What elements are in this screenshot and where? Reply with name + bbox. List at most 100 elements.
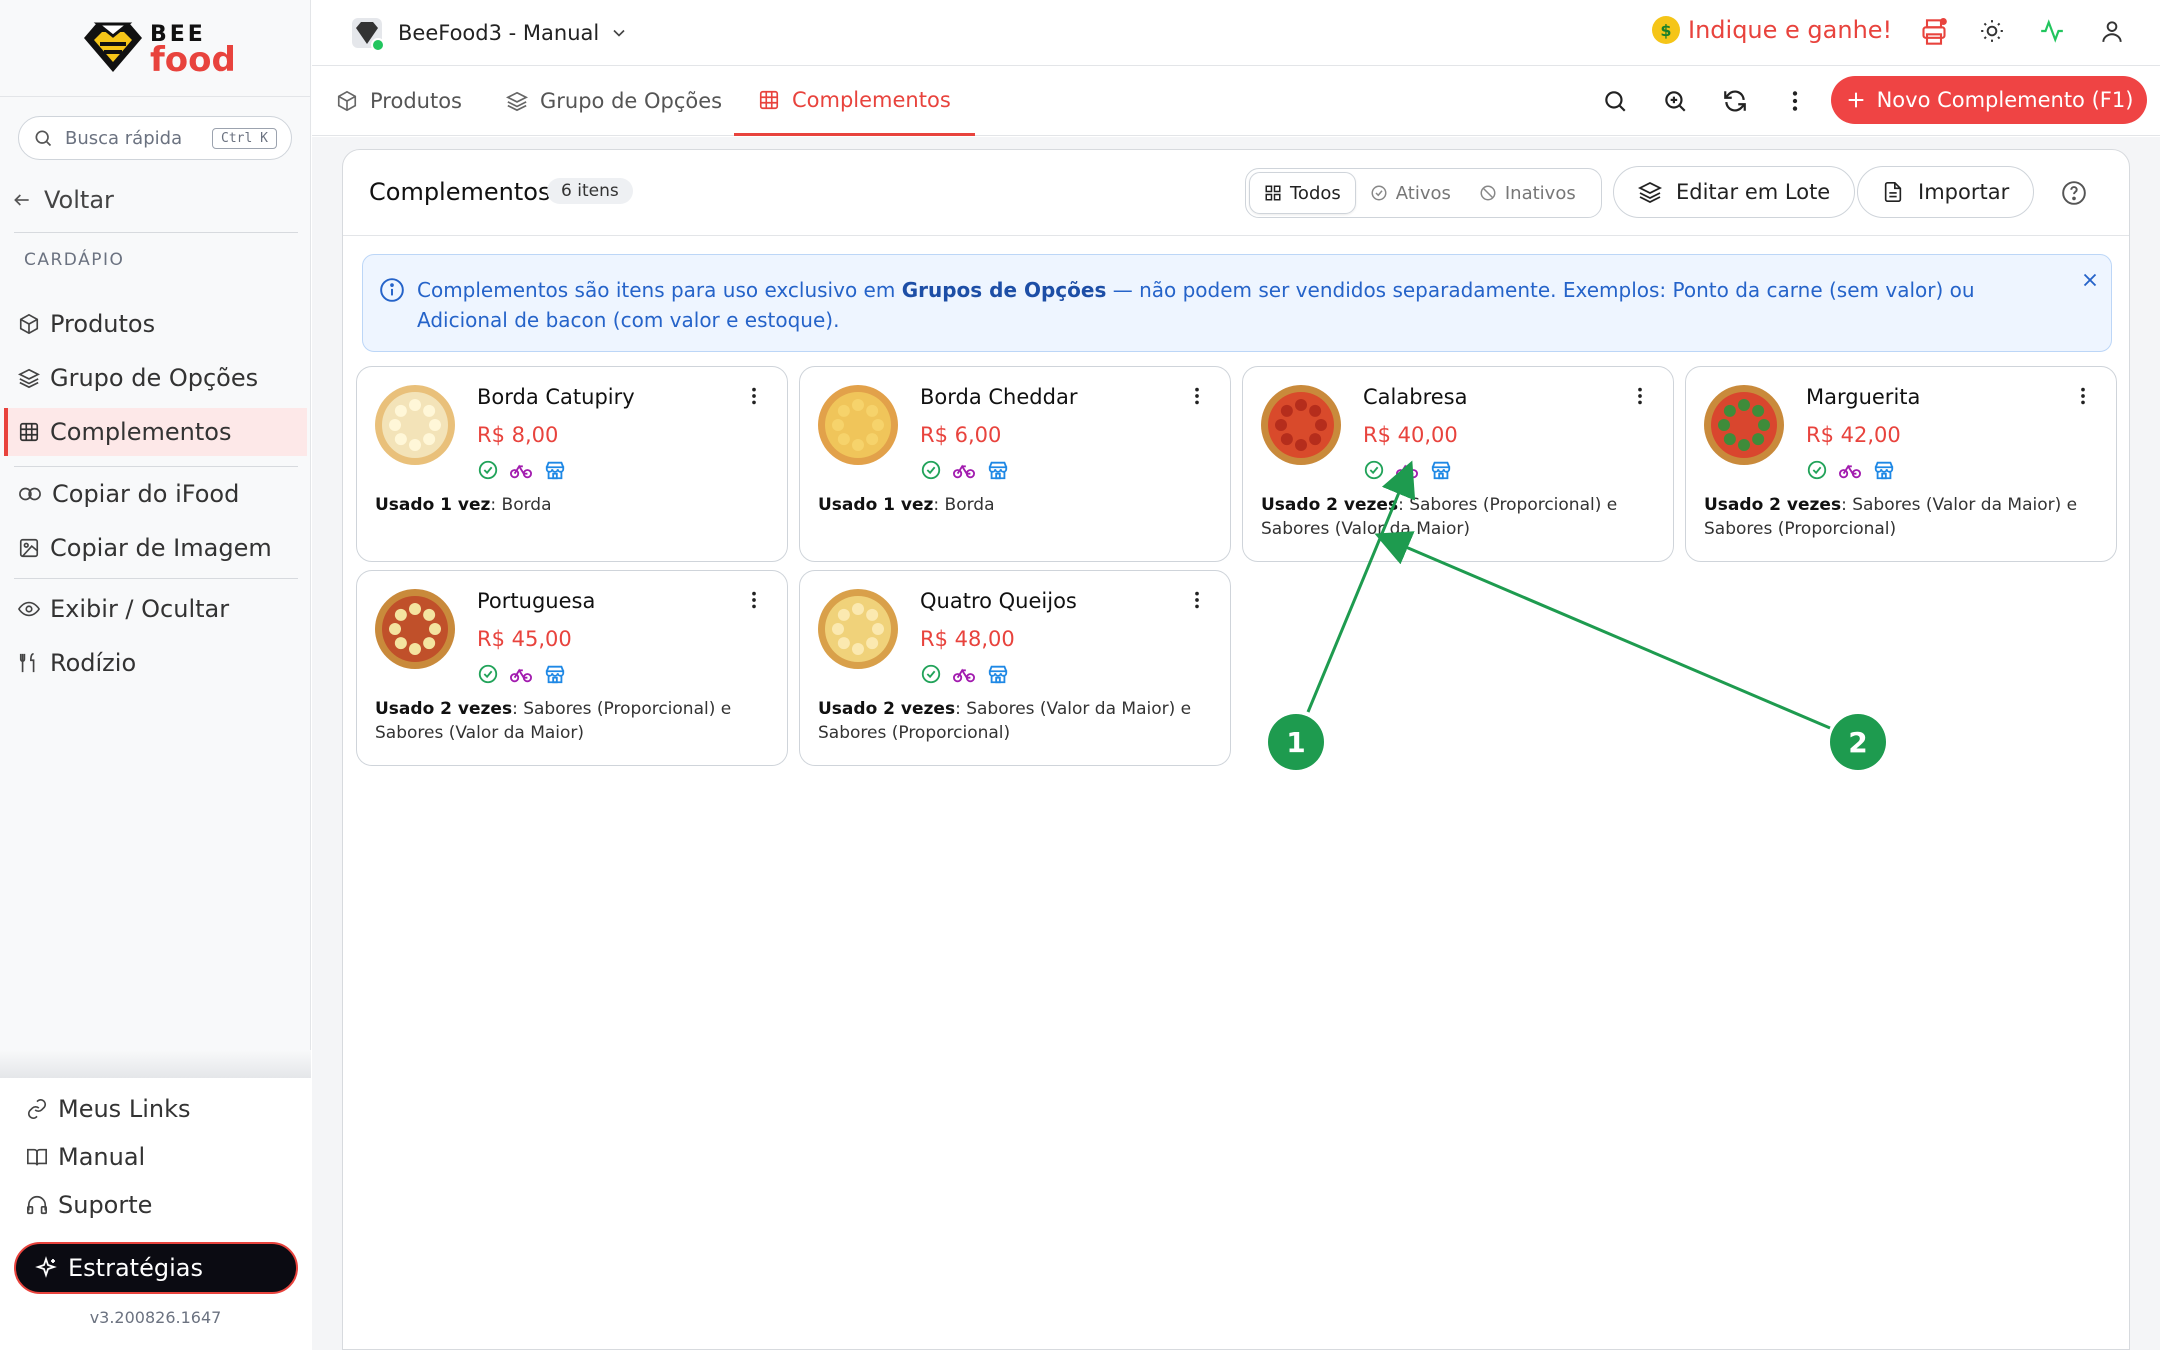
complement-image	[1261, 385, 1341, 465]
sidebar-item-label: Complementos	[50, 418, 232, 446]
sidebar-item-label: Suporte	[58, 1191, 153, 1219]
delivery-bike-icon	[509, 668, 532, 683]
sidebar-item-meus-links[interactable]: Meus Links	[12, 1085, 315, 1133]
more-vertical-icon[interactable]	[1782, 88, 1808, 114]
complement-price: R$ 40,00	[1363, 423, 1458, 447]
sidebar-item-manual[interactable]: Manual	[12, 1133, 315, 1181]
more-vertical-icon[interactable]	[1629, 385, 1651, 407]
import-button[interactable]: Importar	[1857, 166, 2035, 218]
delivery-bike-icon	[953, 668, 976, 683]
chevron-down-icon	[613, 29, 625, 37]
box-icon	[19, 313, 39, 335]
status-filter: Todos Ativos Inativos	[1245, 168, 1602, 218]
help-icon[interactable]	[2061, 180, 2087, 206]
complement-card[interactable]: Portuguesa R$ 45,00 Usado 2 vezes: Sabor…	[356, 570, 788, 766]
complement-card[interactable]: Marguerita R$ 42,00 Usado 2 vezes: Sabor…	[1685, 366, 2117, 562]
sidebar-item-label: Exibir / Ocultar	[50, 595, 230, 623]
sidebar-item-label: Produtos	[50, 310, 156, 338]
copy-ifood-icon	[19, 487, 41, 501]
sidebar-item-rodizio[interactable]: Rodízio	[4, 639, 307, 687]
count-badge: 6 itens	[547, 178, 633, 204]
availability-icons	[477, 663, 567, 685]
tab-complementos[interactable]: Complementos	[734, 66, 975, 136]
store-avatar-icon	[352, 18, 385, 52]
fork-knife-icon	[19, 653, 35, 673]
quick-search-input[interactable]: Busca rápida Ctrl K	[18, 116, 292, 160]
more-vertical-icon[interactable]	[743, 589, 765, 611]
divider	[14, 232, 298, 233]
usage-count: Usado 1 vez	[375, 495, 491, 515]
strategies-button[interactable]: Estratégias	[14, 1242, 298, 1294]
sidebar-item-complementos[interactable]: Complementos	[4, 408, 307, 456]
delivery-bike-icon	[509, 464, 532, 479]
more-vertical-icon[interactable]	[2072, 385, 2094, 407]
usage-count: Usado 2 vezes	[375, 699, 513, 719]
complement-image	[1704, 385, 1784, 465]
filter-label: Todos	[1290, 182, 1341, 204]
complement-card[interactable]: Borda Cheddar R$ 6,00 Usado 1 vez: Borda	[799, 366, 1231, 562]
complement-name: Portuguesa	[477, 589, 596, 613]
availability-icons	[920, 459, 1010, 481]
bulk-edit-button[interactable]: Editar em Lote	[1613, 166, 1856, 218]
store-icon	[545, 461, 565, 480]
complement-card[interactable]: Quatro Queijos R$ 48,00 Usado 2 vezes: S…	[799, 570, 1231, 766]
printer-icon[interactable]	[1920, 18, 1948, 46]
complement-price: R$ 8,00	[477, 423, 559, 447]
close-icon[interactable]	[2079, 269, 2101, 291]
active-check-icon	[921, 460, 941, 480]
more-vertical-icon[interactable]	[1186, 385, 1208, 407]
search-icon	[35, 130, 52, 147]
sidebar: BEE food Busca rápida Ctrl K Voltar CARD…	[0, 0, 311, 1350]
referral-link[interactable]: $ Indique e ganhe!	[1652, 16, 1892, 44]
sidebar-item-copiar-imagem[interactable]: Copiar de Imagem	[4, 524, 307, 572]
complement-image	[818, 385, 898, 465]
zoom-in-icon[interactable]	[1662, 88, 1688, 114]
box-icon	[337, 90, 357, 112]
tab-produtos[interactable]: Produtos	[336, 66, 462, 136]
more-vertical-icon[interactable]	[743, 385, 765, 407]
divider	[14, 578, 298, 579]
sidebar-item-produtos[interactable]: Produtos	[4, 300, 307, 348]
tab-grupo-de-opcoes[interactable]: Grupo de Opções	[506, 66, 722, 136]
store-icon	[1431, 461, 1451, 480]
refresh-icon[interactable]	[1722, 88, 1748, 114]
complement-card[interactable]: Calabresa R$ 40,00 Usado 2 vezes: Sabore…	[1242, 366, 1674, 562]
new-complement-button[interactable]: Novo Complemento (F1)	[1831, 76, 2147, 124]
complement-card[interactable]: Borda Catupiry R$ 8,00 Usado 1 vez: Bord…	[356, 366, 788, 562]
layers-icon	[18, 368, 40, 389]
sun-icon[interactable]	[1979, 18, 2005, 44]
search-icon[interactable]	[1602, 88, 1628, 114]
usage-text: Usado 2 vezes: Sabores (Proporcional) e …	[1261, 493, 1661, 541]
top-bar: BeeFood3 - Manual $ Indique e ganhe!	[312, 0, 2160, 66]
usage-text: Usado 2 vezes: Sabores (Proporcional) e …	[375, 697, 775, 745]
delivery-bike-icon	[1839, 464, 1861, 479]
availability-icons	[1806, 459, 1896, 481]
new-complement-label: Novo Complemento (F1)	[1876, 88, 2134, 112]
sparkles-icon	[35, 1256, 57, 1278]
sidebar-item-suporte[interactable]: Suporte	[12, 1181, 315, 1229]
complement-image	[818, 589, 898, 669]
filter-ativos[interactable]: Ativos	[1356, 172, 1465, 214]
sidebar-item-label: Manual	[58, 1143, 146, 1171]
ban-icon	[1480, 185, 1496, 201]
usage-count: Usado 2 vezes	[1261, 495, 1399, 515]
more-vertical-icon[interactable]	[1186, 589, 1208, 611]
usage-count: Usado 1 vez	[818, 495, 934, 515]
sidebar-item-grupo-de-opcoes[interactable]: Grupo de Opções	[4, 354, 307, 402]
store-selector[interactable]: BeeFood3 - Manual	[348, 14, 629, 52]
beefood-logo[interactable]: BEE food	[80, 18, 240, 80]
filter-todos[interactable]: Todos	[1249, 172, 1356, 214]
sidebar-item-copiar-ifood[interactable]: Copiar do iFood	[4, 470, 307, 518]
usage-text: Usado 2 vezes: Sabores (Valor da Maior) …	[1704, 493, 2104, 541]
image-copy-icon	[19, 538, 39, 558]
sidebar-item-exibir-ocultar[interactable]: Exibir / Ocultar	[4, 585, 307, 633]
active-check-icon	[921, 664, 941, 684]
filter-inativos[interactable]: Inativos	[1465, 172, 1590, 214]
layers-icon	[1638, 181, 1662, 204]
activity-icon[interactable]	[2039, 18, 2065, 44]
back-link[interactable]: Voltar	[12, 186, 114, 214]
delivery-bike-icon	[1396, 464, 1418, 479]
user-icon[interactable]	[2099, 18, 2125, 44]
sidebar-shadow	[0, 1050, 311, 1080]
info-text-bold: Grupos de Opções	[901, 278, 1107, 302]
